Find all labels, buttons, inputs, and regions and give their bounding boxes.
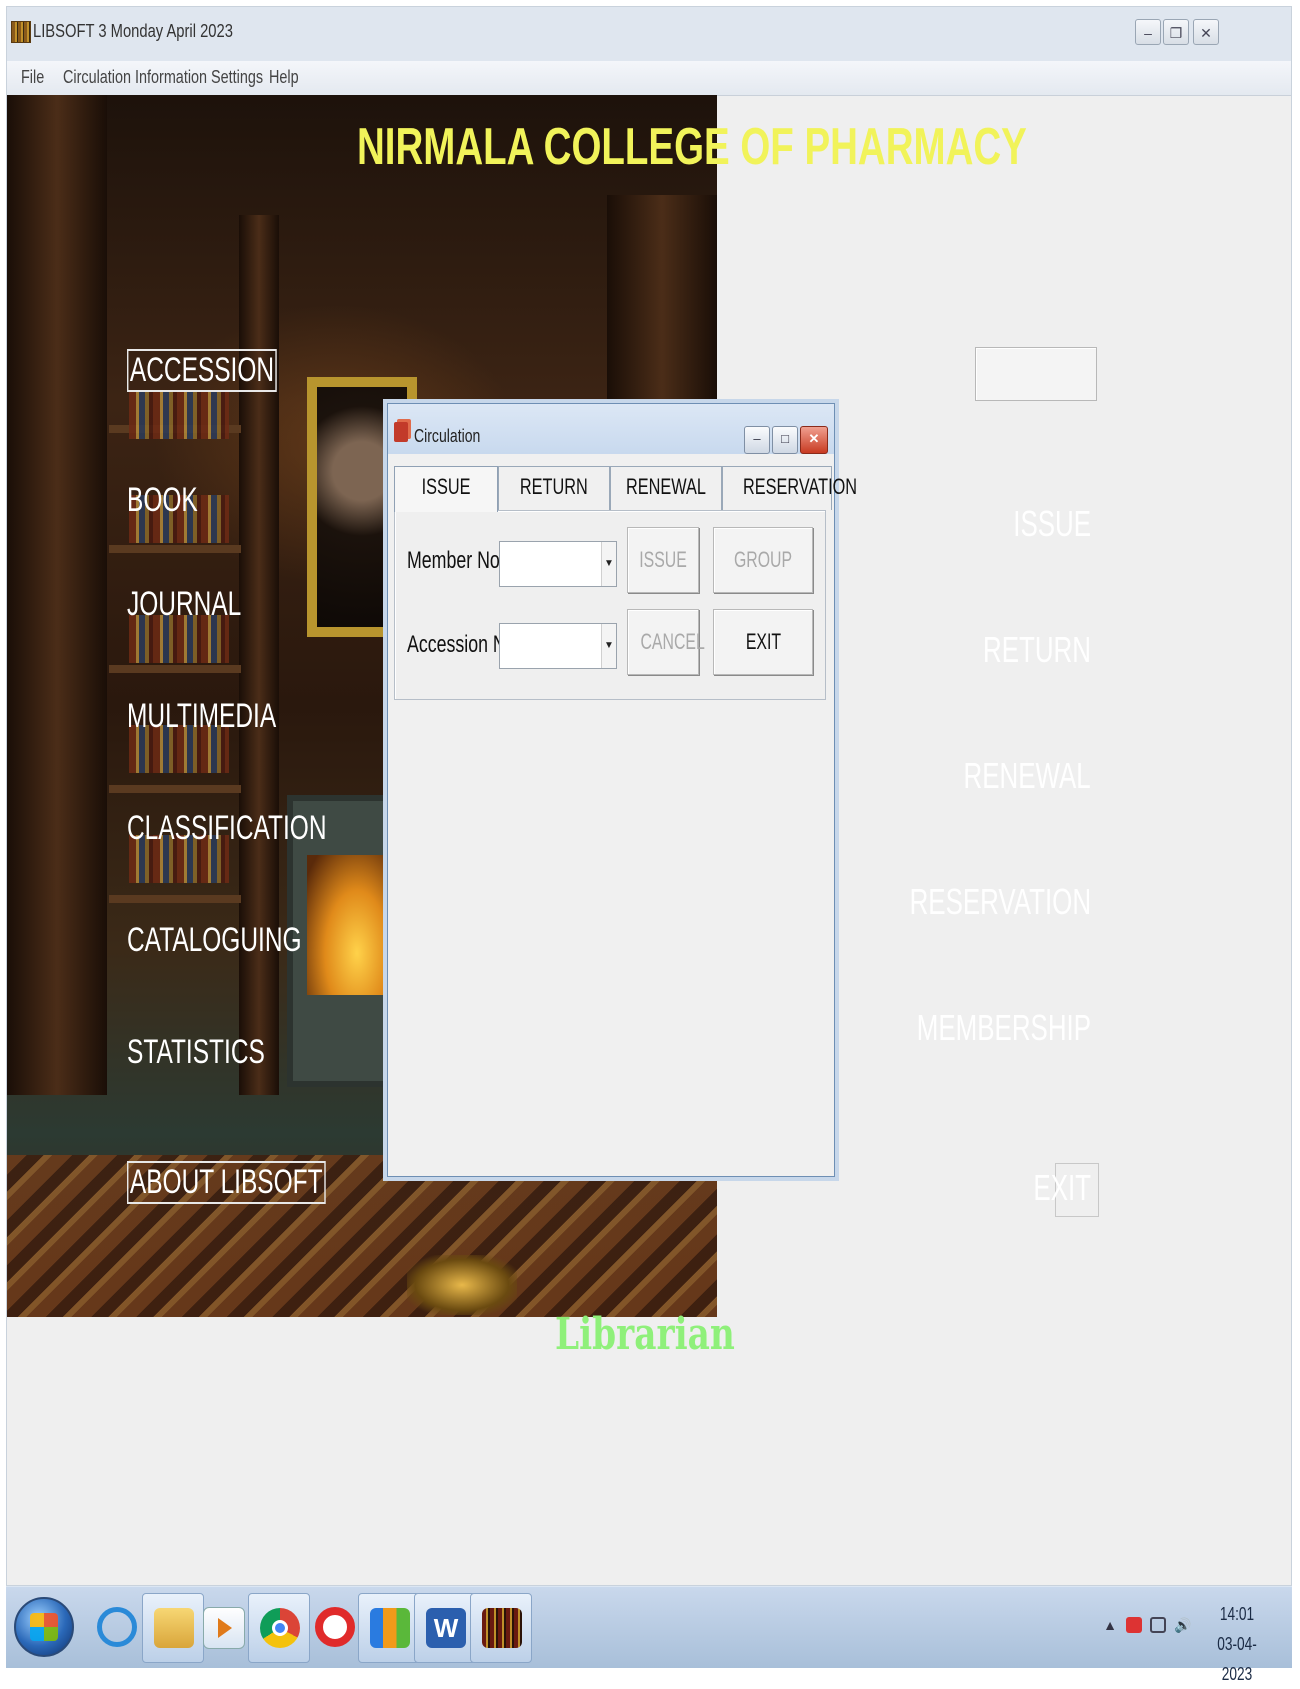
issue-tab-panel: Member No: ▼ ISSUE GROUP ISSUE Accession… xyxy=(394,510,826,700)
right-exit-button[interactable]: EXIT xyxy=(1033,1167,1091,1209)
windows-logo-icon xyxy=(30,1613,58,1641)
chrome-icon xyxy=(260,1608,300,1648)
right-panel-field[interactable] xyxy=(975,347,1097,401)
taskbar: W ▲ 🔊 14:01 03-04-2023 xyxy=(6,1586,1292,1684)
classification-button[interactable]: CLASSIFICATION xyxy=(127,809,327,848)
system-tray: ▲ 🔊 14:01 03-04-2023 xyxy=(1102,1587,1272,1684)
menu-circulation[interactable]: Circulation xyxy=(63,67,131,88)
menu-bar: File Circulation Information Settings He… xyxy=(7,61,1291,96)
multimedia-button[interactable]: MULTIMEDIA xyxy=(127,697,276,736)
right-issue-button[interactable]: ISSUE xyxy=(1013,503,1091,545)
dialog-maximize-button[interactable]: □ xyxy=(772,426,798,454)
main-window: LIBSOFT 3 Monday April 2023 – ❐ ✕ File C… xyxy=(6,6,1292,1586)
clock[interactable]: 14:01 03-04-2023 xyxy=(1202,1599,1272,1689)
statistics-button[interactable]: STATISTICS xyxy=(127,1033,265,1072)
colorful-app-icon xyxy=(370,1608,410,1648)
issue-button[interactable]: ISSUE xyxy=(627,527,699,593)
title-bar: LIBSOFT 3 Monday April 2023 – ❐ ✕ xyxy=(7,7,1291,62)
show-hidden-icons-arrow-icon[interactable]: ▲ xyxy=(1102,1617,1118,1633)
group-issue-button[interactable]: GROUP ISSUE xyxy=(713,527,813,636)
right-reservation-button[interactable]: RESERVATION xyxy=(910,881,1091,923)
internet-explorer-icon xyxy=(97,1607,137,1647)
cataloguing-button[interactable]: CATALOGUING xyxy=(127,921,302,960)
folder-icon xyxy=(154,1608,194,1648)
opera-taskbar-button[interactable] xyxy=(304,1593,366,1663)
member-dropdown-arrow-icon[interactable]: ▼ xyxy=(601,542,616,586)
menu-file[interactable]: File xyxy=(21,67,44,88)
accession-dropdown-arrow-icon[interactable]: ▼ xyxy=(601,624,616,668)
right-membership-button[interactable]: MEMBERSHIP xyxy=(917,1007,1091,1049)
tab-issue[interactable]: ISSUE xyxy=(394,466,498,512)
right-renewal-button[interactable]: RENEWAL xyxy=(964,755,1091,797)
member-no-combobox[interactable]: ▼ xyxy=(499,541,617,587)
restore-button[interactable]: ❐ xyxy=(1163,19,1189,45)
tab-renewal[interactable]: RENEWAL xyxy=(610,466,722,510)
journal-button[interactable]: JOURNAL xyxy=(127,585,241,624)
opera-icon xyxy=(315,1607,355,1647)
word-icon: W xyxy=(426,1608,466,1648)
volume-icon[interactable]: 🔊 xyxy=(1174,1617,1191,1633)
network-icon[interactable] xyxy=(1150,1617,1166,1633)
libsoft-app-icon xyxy=(11,21,31,43)
circulation-icon xyxy=(394,422,408,442)
book-button[interactable]: BOOK xyxy=(127,481,198,520)
tab-reservation[interactable]: RESERVATION xyxy=(722,466,857,510)
close-button[interactable]: ✕ xyxy=(1193,19,1219,45)
exit-button[interactable]: EXIT xyxy=(713,609,813,675)
word-taskbar-button[interactable]: W xyxy=(414,1593,476,1663)
dialog-title: Circulation xyxy=(414,426,481,446)
circulation-dialog: Circulation – □ ✕ ISSUE RETURN RENEWAL R… xyxy=(387,403,857,1177)
minimize-button[interactable]: – xyxy=(1135,19,1161,45)
member-no-label: Member No: xyxy=(407,547,505,574)
user-role-label: Librarian xyxy=(555,1309,735,1360)
dialog-minimize-button[interactable]: – xyxy=(744,426,770,454)
media-player-taskbar-button[interactable] xyxy=(192,1593,254,1663)
folder-app-taskbar-button[interactable] xyxy=(358,1593,420,1663)
start-button[interactable] xyxy=(14,1597,74,1657)
tab-return[interactable]: RETURN xyxy=(498,466,610,510)
internet-explorer-taskbar-button[interactable] xyxy=(86,1593,148,1663)
libsoft-taskbar-button[interactable] xyxy=(470,1593,532,1663)
window-title: LIBSOFT 3 Monday April 2023 xyxy=(33,21,233,41)
menu-help[interactable]: Help xyxy=(269,67,299,88)
menu-settings[interactable]: Settings xyxy=(211,67,263,88)
libsoft-icon xyxy=(482,1608,522,1648)
about-libsoft-button[interactable]: ABOUT LIBSOFT xyxy=(127,1161,326,1204)
clock-time: 14:01 xyxy=(1219,1604,1255,1624)
media-player-icon xyxy=(203,1607,245,1649)
menu-information[interactable]: Information xyxy=(135,67,207,88)
chrome-taskbar-button[interactable] xyxy=(248,1593,310,1663)
cancel-button[interactable]: CANCEL xyxy=(627,609,705,675)
college-banner: NIRMALA COLLEGE OF PHARMACY xyxy=(357,118,1027,176)
clock-date: 03-04-2023 xyxy=(1217,1634,1257,1684)
accession-no-combobox[interactable]: ▼ xyxy=(499,623,617,669)
accession-button[interactable]: ACCESSION xyxy=(127,349,277,392)
dialog-close-button[interactable]: ✕ xyxy=(800,426,828,454)
dialog-title-bar: Circulation – □ ✕ xyxy=(388,404,834,454)
right-return-button[interactable]: RETURN xyxy=(983,629,1091,671)
action-center-flag-icon[interactable] xyxy=(1126,1617,1142,1633)
